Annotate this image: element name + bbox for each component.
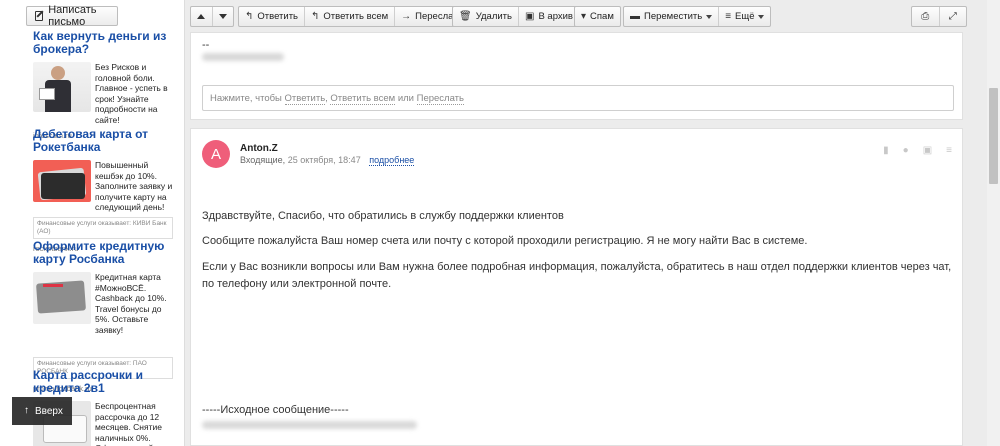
- chevron-down-icon: [706, 14, 713, 19]
- move-label: Переместить: [644, 11, 703, 22]
- menu-icon: ≡: [725, 10, 732, 22]
- avatar[interactable]: A: [202, 140, 230, 168]
- ad-text[interactable]: Кредитная карта #МожноВСЁ. Cashback до 1…: [95, 272, 178, 335]
- ad-block[interactable]: Как вернуть деньги из брокера? Без Риско…: [33, 30, 178, 140]
- reply-group: ↰ Ответить ↰ Ответить всем → Переслать: [238, 6, 470, 27]
- quick-forward-link[interactable]: Переслать: [416, 93, 464, 105]
- scroll-to-top-button[interactable]: ↑ Вверх: [12, 397, 72, 425]
- message-body-line: Если у Вас возникли вопросы или Вам нужн…: [202, 261, 952, 290]
- left-column: Написать письмо Как вернуть деньги из бр…: [0, 0, 185, 446]
- expand-icon: ⤢: [948, 10, 957, 22]
- download-icon[interactable]: ▣: [923, 145, 932, 156]
- more-button[interactable]: ≡ Ещё: [719, 7, 770, 26]
- archive-icon: ▣: [524, 10, 535, 22]
- nav-group: [190, 6, 234, 27]
- quick-reply-sep2: или: [395, 93, 417, 104]
- redacted-text: [202, 53, 284, 61]
- move-more-group: ▬ Переместить ≡ Ещё: [623, 6, 772, 27]
- print-icon: ⎙: [921, 10, 930, 22]
- reply-icon: ↰: [245, 10, 254, 22]
- page-scrollbar[interactable]: [987, 0, 1000, 446]
- reply-all-icon: ↰: [311, 10, 320, 22]
- archive-label: В архив: [538, 11, 573, 22]
- scroll-to-top-label: Вверх: [35, 405, 63, 417]
- ad-title[interactable]: Дебетовая карта от Рокетбанка: [33, 128, 178, 154]
- forward-icon: →: [401, 10, 412, 22]
- chevron-down-icon: [758, 14, 765, 19]
- delete-archive-group: 🗑 Удалить ▣ В архив: [452, 6, 580, 27]
- quick-reply-box[interactable]: Нажмите, чтобы Ответить, Ответить всем и…: [202, 85, 954, 111]
- delete-label: Удалить: [475, 11, 512, 22]
- next-message-button[interactable]: [213, 7, 234, 26]
- reply-button[interactable]: ↰ Ответить: [239, 7, 305, 26]
- delete-button[interactable]: 🗑 Удалить: [453, 7, 519, 26]
- details-link[interactable]: подробнее: [369, 155, 415, 166]
- message-date: 25 октября, 18:47: [287, 155, 361, 165]
- ad-text[interactable]: Повышенный кешбэк до 10%. Заполните заяв…: [95, 160, 178, 213]
- move-button[interactable]: ▬ Переместить: [624, 7, 720, 26]
- trash-icon: 🗑: [459, 10, 472, 22]
- scrollbar-thumb[interactable]: [989, 88, 998, 184]
- spam-button[interactable]: ▾ Спам: [575, 7, 620, 26]
- thumbs-down-icon: ▾: [581, 10, 587, 22]
- quick-reply-all-link[interactable]: Ответить всем: [330, 93, 396, 105]
- ads-column: Как вернуть деньги из брокера? Без Риско…: [0, 30, 184, 446]
- avatar-letter: A: [210, 145, 221, 163]
- reply-all-label: Ответить всем: [323, 11, 389, 22]
- original-message-header: -----Исходное сообщение-----: [202, 404, 349, 416]
- ad-block[interactable]: Дебетовая карта от Рокетбанка Повышенный…: [33, 128, 178, 253]
- archive-button[interactable]: ▣ В архив: [519, 7, 579, 26]
- compose-button[interactable]: Написать письмо: [26, 4, 118, 28]
- unread-dot-icon[interactable]: ●: [903, 145, 909, 156]
- ad-image-card[interactable]: [33, 160, 91, 202]
- ad-image-card[interactable]: [33, 272, 91, 324]
- ad-title[interactable]: Как вернуть деньги из брокера?: [33, 30, 178, 56]
- folder-icon: ▬: [630, 10, 640, 22]
- ad-title[interactable]: Оформите кредитную карту Росбанка: [33, 240, 178, 266]
- mail-app: Написать письмо Как вернуть деньги из бр…: [0, 0, 1000, 446]
- prev-message-button[interactable]: [191, 7, 213, 26]
- ad-fine-print: Финансовые услуги оказывает: КИВИ Банк (…: [33, 216, 173, 239]
- arrow-up-icon: ↑: [24, 405, 29, 416]
- redacted-text: [202, 421, 417, 429]
- previous-message-panel: -- Нажмите, чтобы Ответить, Ответить все…: [190, 32, 963, 120]
- ad-image-man[interactable]: [33, 62, 91, 112]
- folder-name: Входящие,: [240, 155, 286, 165]
- ad-title[interactable]: Карта рассрочки и кредита 2в1: [33, 369, 178, 395]
- sender-name[interactable]: Anton.Z: [240, 143, 278, 154]
- spam-group: ▾ Спам: [574, 6, 621, 27]
- pencil-icon: [35, 11, 44, 21]
- message-meta: Входящие, 25 октября, 18:47 подробнее: [240, 155, 415, 166]
- chevron-down-icon: [218, 14, 227, 19]
- message-toolbar: ↰ Ответить ↰ Ответить всем → Переслать 🗑…: [190, 0, 980, 32]
- print-button[interactable]: ⎙: [912, 7, 940, 26]
- ad-text[interactable]: Беспроцентная рассрочка до 12 месяцев. С…: [95, 401, 178, 446]
- ad-text[interactable]: Без Рисков и головной боли. Главное - ус…: [95, 62, 178, 125]
- chevron-up-icon: [197, 14, 206, 19]
- fullscreen-button[interactable]: ⤢: [940, 7, 967, 26]
- message-body-line: Здравствуйте, Спасибо, что обратились в …: [202, 210, 564, 222]
- compose-label: Написать письмо: [48, 4, 97, 28]
- quick-reply-prefix: Нажмите, чтобы: [210, 93, 285, 104]
- more-label: Ещё: [735, 11, 755, 22]
- message-body-line: Сообщите пожалуйста Ваш номер счета или …: [202, 235, 808, 247]
- view-group: ⎙ ⤢: [911, 6, 967, 27]
- message-panel: A Anton.Z Входящие, 25 октября, 18:47 по…: [190, 128, 963, 446]
- reply-all-button[interactable]: ↰ Ответить всем: [305, 7, 396, 26]
- bookmark-icon[interactable]: ▮: [883, 145, 889, 156]
- menu-icon[interactable]: ≡: [946, 145, 952, 156]
- signature-dash: --: [202, 39, 210, 51]
- quick-reply-link[interactable]: Ответить: [284, 93, 326, 105]
- reply-label: Ответить: [257, 11, 298, 22]
- message-actions: ▮ ● ▣ ≡: [883, 145, 952, 156]
- spam-label: Спам: [590, 11, 614, 22]
